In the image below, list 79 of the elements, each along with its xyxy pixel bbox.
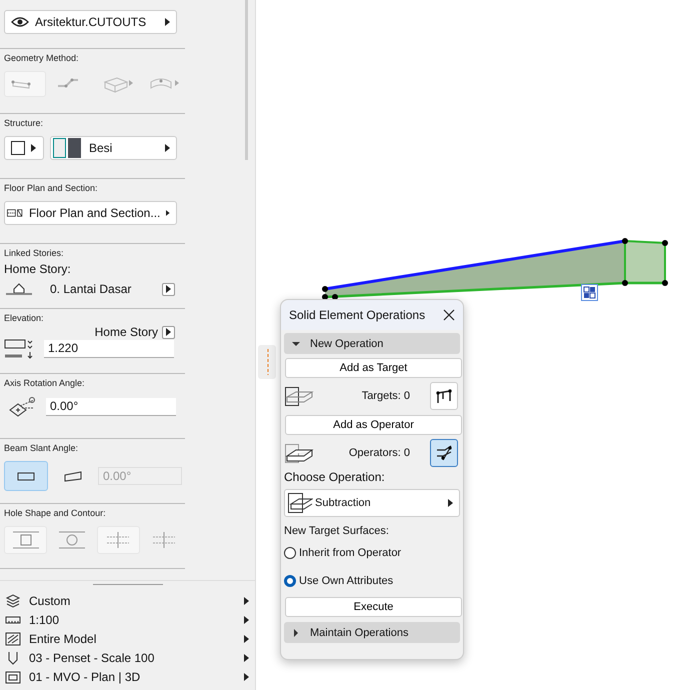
- section-label: Linked Stories:: [4, 248, 65, 258]
- targets-count: Targets: 0: [360, 390, 411, 402]
- view-setting-item[interactable]: Custom: [0, 591, 255, 610]
- radio-label: Inherit from Operator: [299, 547, 402, 559]
- elevation-field[interactable]: 1.220: [44, 340, 174, 358]
- section-label: Axis Rotation Angle:: [4, 378, 86, 388]
- rotation-angle-icon: [8, 396, 38, 418]
- surface-radio[interactable]: Inherit from Operator: [284, 539, 460, 567]
- hole-shape-option[interactable]: [4, 526, 48, 554]
- view-setting-item[interactable]: 1:100: [0, 610, 255, 629]
- subtraction-icon: [287, 492, 313, 514]
- collapse-icon: [292, 340, 300, 348]
- material-swatch-icon: [53, 138, 81, 158]
- operation-dropdown[interactable]: Subtraction: [284, 489, 460, 517]
- choose-operation-label: Choose Operation:: [284, 470, 386, 484]
- radio-label: Use Own Attributes: [299, 575, 394, 587]
- story-button[interactable]: [162, 282, 175, 296]
- edit-handle-icon[interactable]: [581, 284, 598, 301]
- pick-elements-icon: [435, 387, 453, 405]
- section-label: Structure:: [4, 118, 44, 128]
- slant-option[interactable]: [4, 461, 48, 491]
- section-label: Elevation:: [4, 313, 45, 323]
- eye-icon: [11, 16, 29, 28]
- section-label: Floor Plan and Section:: [4, 183, 99, 193]
- floor-plan-icon: [7, 208, 23, 218]
- arrow-icon: [31, 144, 36, 152]
- execute-button[interactable]: Execute: [285, 597, 462, 617]
- radio-button[interactable]: [284, 547, 296, 559]
- display-icon: [5, 670, 21, 684]
- arrow-icon: [244, 616, 249, 624]
- radio-button[interactable]: [284, 575, 296, 587]
- section-header[interactable]: New Operation: [284, 333, 460, 354]
- arrow-icon: [166, 285, 171, 293]
- floor-plan-dropdown[interactable]: Floor Plan and Section...: [4, 201, 177, 225]
- section-label: Hole Shape and Contour:: [4, 508, 107, 518]
- story-name: 0. Lantai Dasar: [50, 282, 132, 296]
- arrow-icon: [244, 654, 249, 662]
- model-icon: [5, 632, 21, 646]
- panel-resize-handle[interactable]: [258, 345, 276, 379]
- arrow-icon: [166, 209, 170, 217]
- palette-title: Solid Element Operations: [289, 308, 426, 322]
- material-dropdown[interactable]: Besi: [50, 136, 177, 160]
- pick-button[interactable]: [430, 439, 458, 467]
- rectangle-icon: [15, 470, 37, 482]
- arrow-icon: [244, 596, 249, 604]
- add-target-button[interactable]: Add as Target: [285, 358, 462, 378]
- add-operator-button[interactable]: Add as Operator: [285, 415, 462, 435]
- elevation-reference: Home Story: [94, 325, 158, 339]
- view-setting-item[interactable]: 03 - Penset - Scale 100: [0, 648, 255, 667]
- circle-shape-icon: [56, 530, 87, 550]
- section-label: Geometry Method:: [4, 53, 80, 63]
- operators-count: Operators: 0: [348, 447, 411, 459]
- solid-element-icon: [284, 384, 314, 408]
- surface-radio[interactable]: Use Own Attributes: [284, 567, 460, 595]
- arrow-icon: [165, 18, 170, 26]
- rectangle-shape-icon: [10, 530, 41, 550]
- arrow-icon: [165, 144, 170, 152]
- pick-button[interactable]: [430, 382, 458, 410]
- arrow-icon: [244, 634, 249, 642]
- expand-icon: [292, 628, 300, 636]
- close-icon[interactable]: [443, 309, 455, 321]
- arrow-icon: [448, 499, 453, 507]
- view-setting-item[interactable]: 01 - MVO - Plan | 3D: [0, 667, 255, 686]
- reference-button[interactable]: [162, 326, 175, 338]
- layers-icon: [5, 594, 21, 608]
- section-label: Beam Slant Angle:: [4, 443, 80, 453]
- rotation-field[interactable]: 0.00°: [46, 398, 176, 416]
- pick-elements-icon: [435, 444, 453, 462]
- layer-dropdown[interactable]: Arsitektur.CUTOUTS: [4, 10, 177, 34]
- arrow-icon: [244, 672, 249, 680]
- section-header[interactable]: Maintain Operations: [284, 622, 460, 643]
- square-icon: [11, 141, 25, 155]
- structure-type-dropdown[interactable]: [4, 136, 44, 160]
- surfaces-label: New Target Surfaces:: [284, 525, 390, 537]
- home-story-label: Home Story:: [4, 262, 72, 276]
- solid-element-icon: [284, 441, 314, 465]
- view-setting-item[interactable]: Entire Model: [0, 629, 255, 648]
- story-icon: [4, 283, 34, 295]
- arrow-icon: [166, 328, 171, 336]
